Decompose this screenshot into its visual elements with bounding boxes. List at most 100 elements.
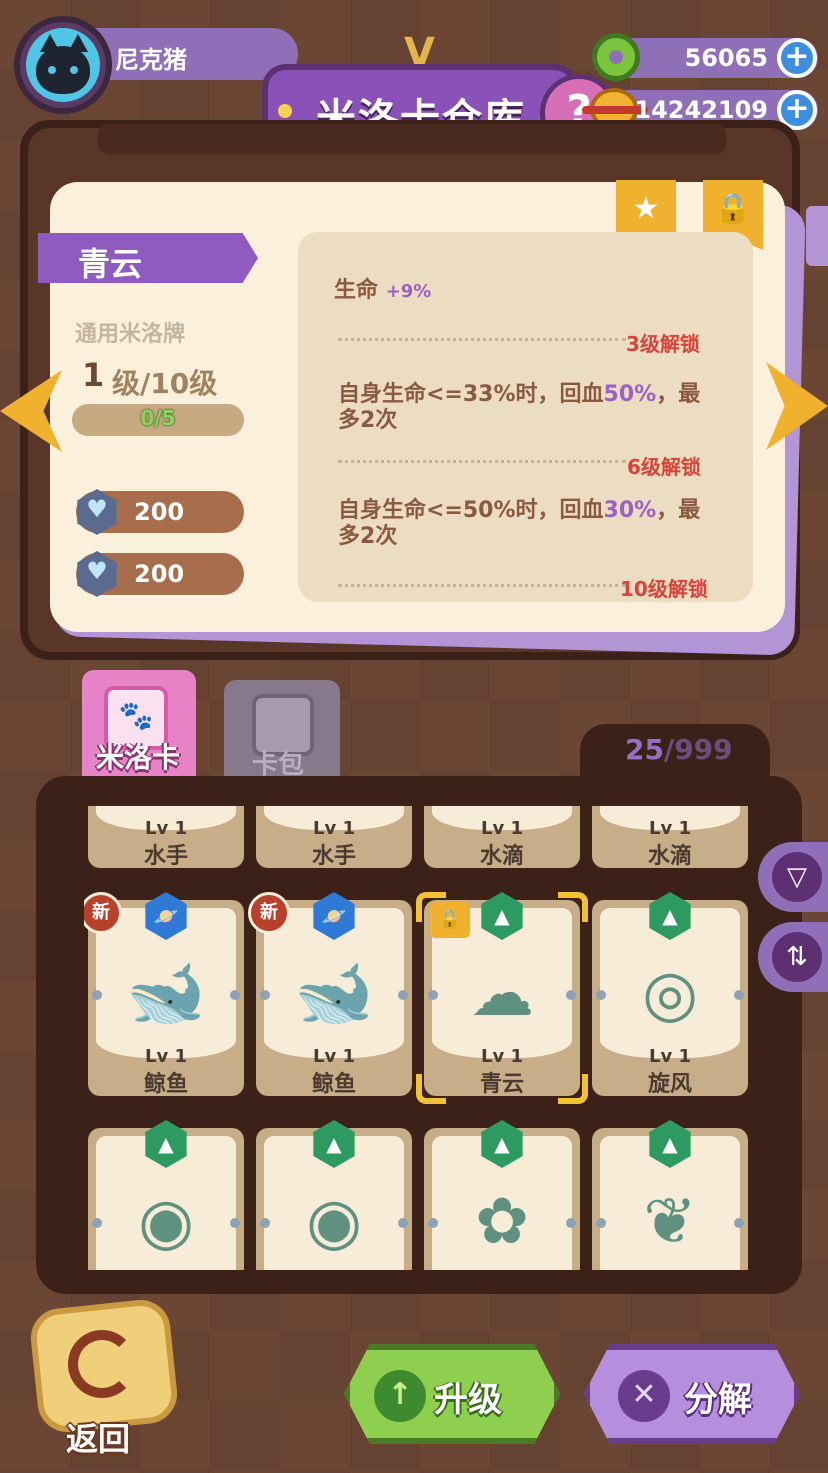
disassemble-button-label: 分解 (684, 1380, 752, 1420)
card-pip (566, 990, 576, 1000)
attr-base-label: 生命 (334, 278, 379, 303)
attr-lv6: 自身生命<=50%时，回血30%，最多2次 (338, 498, 710, 550)
card-level: Lv 1 (313, 818, 355, 839)
card-pip (428, 1218, 438, 1228)
card-item[interactable]: ●Lv 1 水滴 (424, 806, 580, 869)
avatar-eye-right (70, 66, 78, 74)
title-dot (278, 104, 292, 118)
inventory-count-current: 25 (625, 733, 664, 766)
card-item[interactable]: ●Lv 1 水滴 (592, 806, 748, 869)
attr-lv3: 自身生命<=33%时，回血50%，最多2次 (338, 382, 710, 434)
card-pip (398, 990, 408, 1000)
unlock-label-lv6: 6级解锁 (627, 455, 701, 479)
book-ribbon (98, 124, 726, 154)
card-grid[interactable]: ⚓Lv 1水手⚓Lv 1水手●Lv 1水滴●Lv 1水滴🐋🪐新Lv 1鲸鱼🐋🪐新… (84, 806, 754, 1270)
card-art-icon: ⚓ (282, 806, 386, 818)
divider (338, 584, 626, 587)
card-name-label: 鲸鱼 (143, 1072, 188, 1097)
attr-lv3-pre: 自身生命<=33%时，回血 (338, 382, 604, 407)
selection-corner (416, 892, 446, 922)
attr-lv3-pct: 50% (603, 382, 657, 407)
divider (338, 338, 626, 341)
card-art-icon: ❦ (643, 1185, 697, 1259)
cost-value: 200 (134, 560, 185, 588)
side-clip-handle (806, 206, 828, 266)
card-name-label: 青云 (479, 1072, 524, 1097)
card-item[interactable]: ◎ ▲ Lv 1 旋风 (592, 892, 748, 1097)
card-art-icon: ☁ (470, 957, 534, 1031)
avatar-eye-left (48, 66, 56, 74)
upgrade-button-label: 升级 (434, 1380, 502, 1420)
card-item[interactable]: 🐋 🪐 新 Lv 1 鲸鱼 (84, 892, 244, 1097)
attr-base: 生命 +9% (334, 278, 431, 305)
card-level: Lv 1 (313, 1046, 355, 1067)
card-type: 通用米洛牌 (75, 322, 186, 347)
back-arrow-icon[interactable] (68, 1330, 136, 1398)
card-level: Lv 1 (481, 1046, 523, 1067)
card-item[interactable]: 🐋 🪐 新 Lv 1 鲸鱼 (248, 892, 412, 1097)
back-button-label: 返回 (66, 1420, 131, 1458)
card-pip (92, 1218, 102, 1228)
card-level-text: 级/10级 (112, 367, 218, 400)
new-badge: 新 (248, 892, 290, 934)
level-progress-text: 0/5 (140, 406, 176, 430)
card-pip (260, 990, 270, 1000)
card-pip (596, 990, 606, 1000)
card-level: Lv 1 (145, 1046, 187, 1067)
card-item[interactable]: ◉ ▲ (88, 1120, 244, 1270)
cost-value: 200 (134, 498, 185, 526)
donut-coin-icon (592, 33, 640, 81)
card-pip (428, 990, 438, 1000)
selection-corner (558, 892, 588, 922)
card-art-icon: ✿ (475, 1185, 529, 1259)
card-pip (92, 990, 102, 1000)
card-level-number: 1 (82, 356, 105, 394)
card-name-label: 旋风 (647, 1072, 692, 1097)
card-name-label: 水手 (311, 844, 356, 869)
card-pip (566, 1218, 576, 1228)
divider (338, 460, 626, 463)
attr-lv6-pre: 自身生命<=50%时，回血 (338, 498, 604, 523)
card-pip (734, 1218, 744, 1228)
inventory-count: 25/999 (625, 733, 733, 766)
card-level: Lv 1 (649, 818, 691, 839)
card-art-icon: ◎ (642, 957, 698, 1031)
card-pip (734, 990, 744, 1000)
card-name-label: 水手 (143, 844, 188, 869)
avatar[interactable] (26, 28, 100, 102)
card-name-label: 水滴 (479, 844, 524, 869)
card-item[interactable]: ⚓Lv 1 水手 (256, 806, 412, 869)
card-level: Lv 1 (145, 818, 187, 839)
card-name-ribbon (38, 233, 258, 283)
card-art-icon: ● (618, 806, 722, 818)
card-level: Lv 1 (481, 818, 523, 839)
card-item[interactable]: ❦ ▲ (592, 1120, 748, 1270)
sort-arrows-icon[interactable]: ⇅ (772, 932, 822, 982)
card-item[interactable]: ☁ ▲ 🔒 Lv 1 青云 (416, 892, 588, 1104)
add-donut-coin-button[interactable]: + (777, 38, 817, 78)
unlock-label-lv3: 3级解锁 (626, 332, 700, 356)
filter-funnel-icon[interactable]: ▽ (772, 852, 822, 902)
donut-coin-amount: 56065 (684, 44, 769, 72)
avatar-head (36, 46, 90, 94)
upgrade-arrow-icon: ↑ (374, 1370, 426, 1422)
card-art-icon: 🐋 (294, 957, 374, 1031)
card-item[interactable]: ✿ ▲ (424, 1120, 580, 1270)
inventory-count-max: /999 (663, 733, 733, 766)
card-pip (230, 1218, 240, 1228)
player-name: 尼克猪 (115, 46, 187, 74)
card-item[interactable]: ⚓Lv 1 水手 (88, 806, 244, 869)
unlock-label-lv10: 10级解锁 (620, 577, 708, 601)
card-item[interactable]: ◉ ▲ (256, 1120, 412, 1270)
card-art-icon: 🐋 (126, 957, 206, 1031)
card-name-label: 水滴 (647, 844, 692, 869)
card-art-icon: ◉ (306, 1185, 362, 1259)
attr-base-value: +9% (385, 281, 432, 302)
card-art-icon: ◉ (138, 1185, 194, 1259)
card-pip (260, 1218, 270, 1228)
attr-lv6-pct: 30% (603, 498, 657, 523)
card-pip (398, 1218, 408, 1228)
card-level: Lv 1 (649, 1046, 691, 1067)
card-art-icon: ⚓ (114, 806, 218, 818)
card-pip (230, 990, 240, 1000)
